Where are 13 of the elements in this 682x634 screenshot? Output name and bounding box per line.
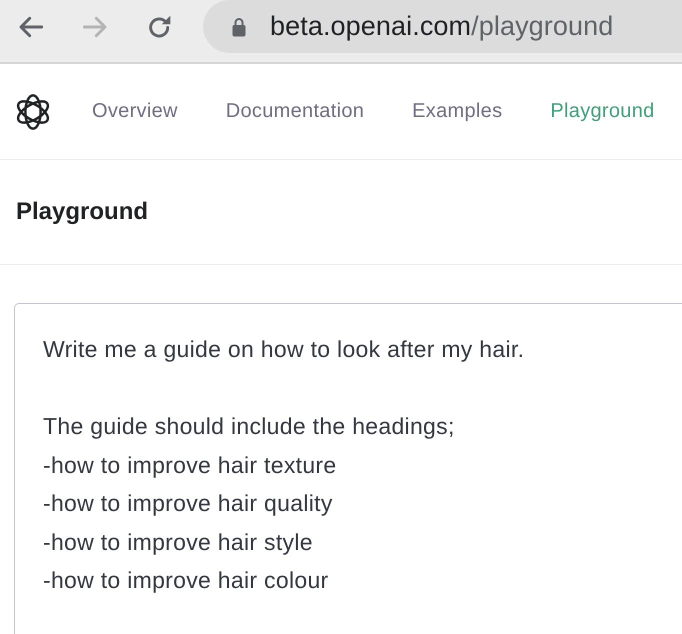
reload-icon [148, 15, 170, 38]
address-bar[interactable]: beta.openai.com/playground [203, 0, 682, 53]
page-title: Playground [16, 198, 148, 226]
logo-icon [14, 92, 52, 130]
back-arrow-icon [19, 16, 43, 38]
prompt-field[interactable]: Write me a guide on how to look after my hair. The guide should include the headings; -how to improve hair texture -how to improve hair quality -how to improve hair style -how to improve hair colour [14, 303, 682, 634]
url-text: beta.openai.com/playground [270, 11, 614, 42]
nav-link[interactable]: Playground [550, 100, 655, 123]
forward-arrow-icon [83, 16, 107, 38]
nav-link[interactable]: Documentation [226, 100, 364, 123]
nav-link[interactable]: Overview [92, 100, 178, 123]
lock-icon [232, 16, 246, 36]
nav-link[interactable]: Examples [412, 100, 502, 123]
